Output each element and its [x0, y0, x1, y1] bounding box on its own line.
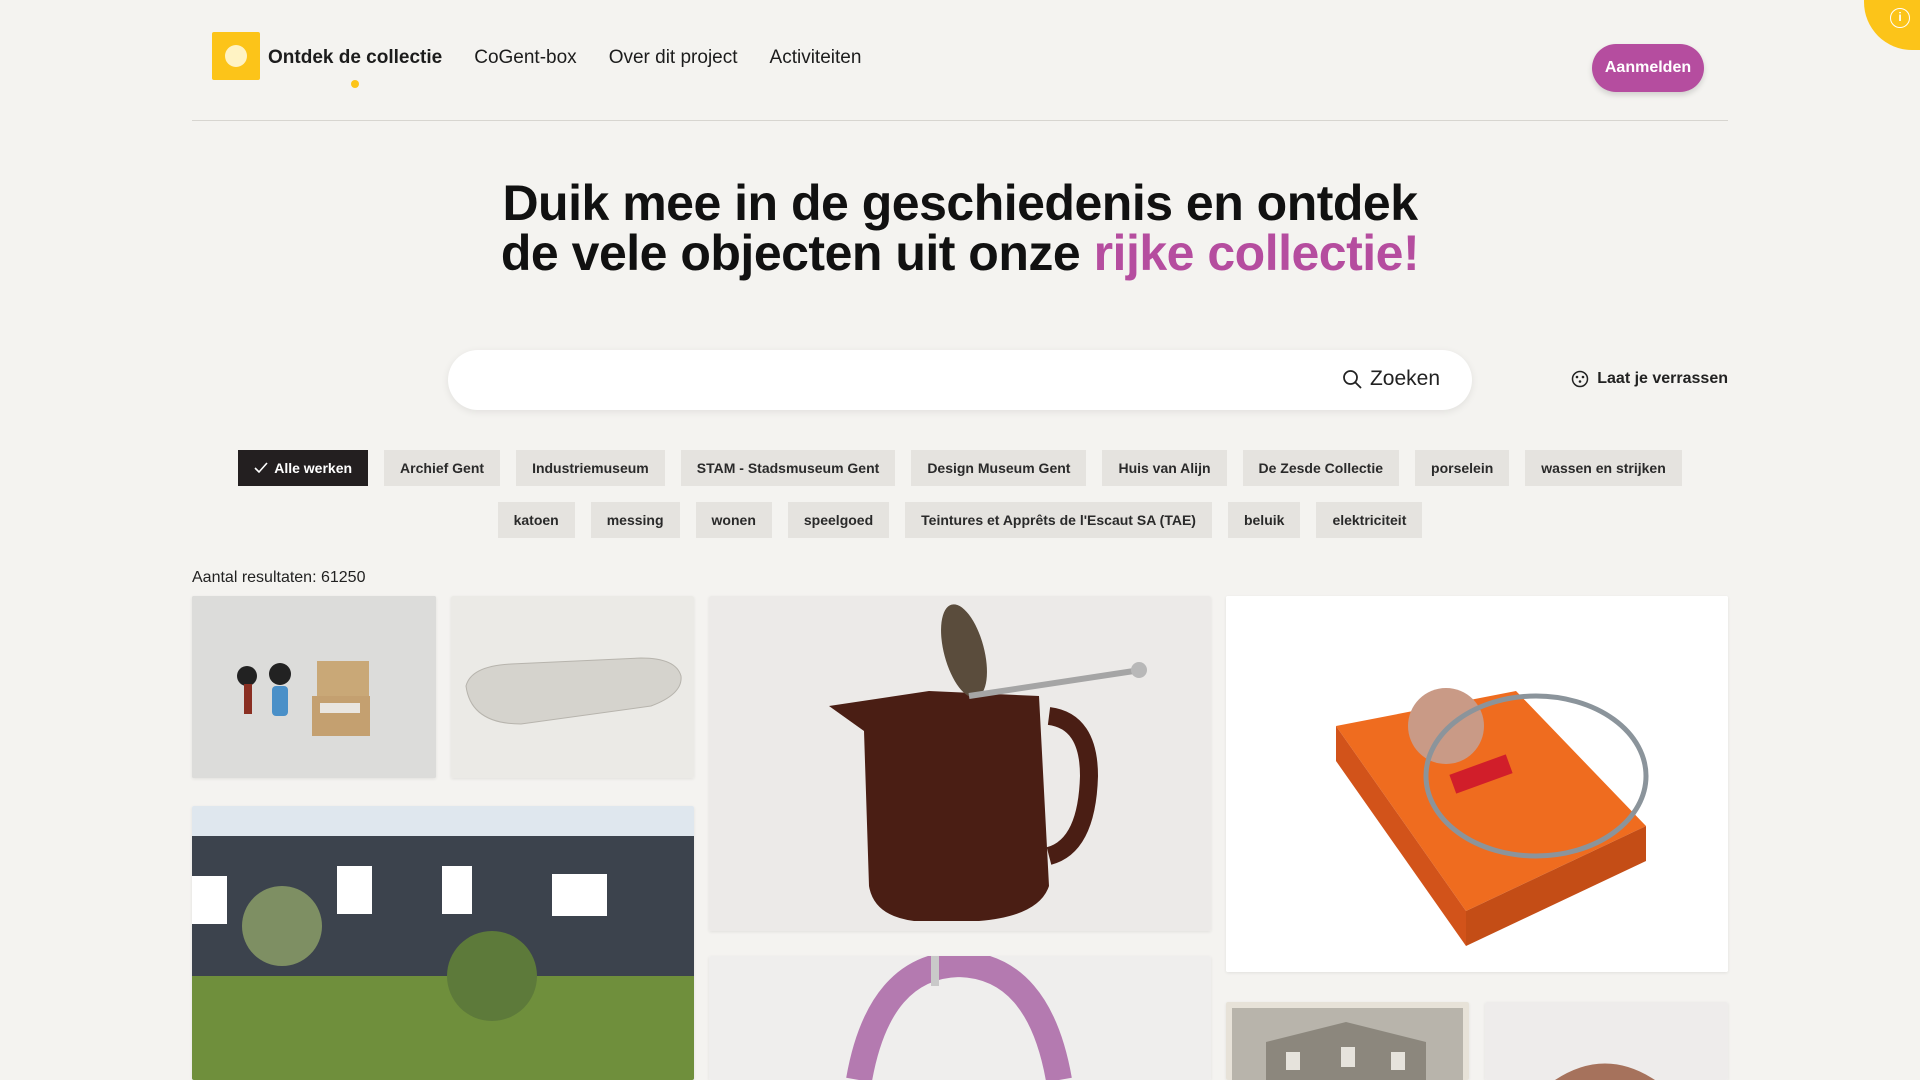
nav-item-over-project[interactable]: Over dit project	[609, 47, 738, 69]
filter-chip[interactable]: STAM - Stadsmuseum Gent	[680, 450, 896, 486]
logo[interactable]	[212, 32, 260, 80]
nav-item-cogent-box[interactable]: CoGent-box	[474, 47, 576, 69]
nav-item-activiteiten[interactable]: Activiteiten	[770, 47, 862, 69]
dice-icon	[1572, 370, 1589, 388]
item-image	[1485, 1002, 1728, 1080]
filter-chip[interactable]: messing	[590, 502, 680, 538]
search-icon	[1343, 370, 1362, 389]
filter-row-2: katoen messing wonen speelgoed Teintures…	[192, 502, 1728, 538]
results-count: Aantal resultaten: 61250	[192, 569, 366, 586]
login-button[interactable]: Aanmelden	[1592, 44, 1704, 92]
check-icon	[254, 462, 268, 474]
hero-line-1: Duik mee in de geschiedenis en ontdek	[502, 175, 1418, 231]
item-image	[192, 806, 694, 1080]
surprise-button[interactable]: Laat je verrassen	[1571, 370, 1728, 388]
logo-dot	[225, 45, 247, 67]
filter-chip[interactable]: wassen en strijken	[1525, 450, 1682, 486]
filter-chip[interactable]: elektriciteit	[1316, 502, 1423, 538]
collection-item-building-photo[interactable]	[1226, 1002, 1469, 1080]
item-image	[1226, 596, 1728, 972]
filter-chip[interactable]: katoen	[497, 502, 575, 538]
filter-chip-alle-werken[interactable]: Alle werken	[238, 450, 369, 486]
filter-chip[interactable]: porselein	[1415, 450, 1510, 486]
filter-chip[interactable]: Industriemuseum	[516, 450, 665, 486]
filter-chip[interactable]: speelgoed	[787, 502, 890, 538]
filter-chip[interactable]: beluik	[1227, 502, 1301, 538]
filter-chip[interactable]: Archief Gent	[384, 450, 501, 486]
hero-accent: rijke collectie!	[1093, 225, 1420, 281]
hero-line-2: de vele objecten uit onze	[500, 225, 1094, 281]
collection-item-sport-box[interactable]	[1226, 596, 1728, 972]
filter-chip[interactable]: Huis van Alijn	[1102, 450, 1227, 486]
filter-chip[interactable]: wonen	[695, 502, 772, 538]
filter-chip[interactable]: Teintures et Apprêts de l'Escaut SA (TAE…	[905, 502, 1212, 538]
collection-item-houseboat[interactable]	[192, 806, 694, 1080]
item-image	[192, 596, 436, 778]
search-button-label: Zoeken	[1369, 367, 1440, 390]
item-image	[1226, 1002, 1469, 1080]
filter-chip[interactable]: De Zesde Collectie	[1242, 450, 1400, 486]
collection-item-rope-ring[interactable]	[709, 956, 1211, 1080]
filter-row-1: Alle werken Archief Gent Industriemuseum…	[192, 450, 1728, 486]
site-header: Ontdek de collectie CoGent-box Over dit …	[192, 0, 1728, 121]
filter-chip[interactable]: Design Museum Gent	[911, 450, 1087, 486]
info-icon: i	[1890, 8, 1910, 28]
filter-chip-label: Alle werken	[274, 460, 353, 476]
search-input[interactable]	[478, 364, 1258, 396]
nav-item-ontdek[interactable]: Ontdek de collectie	[268, 47, 442, 88]
collection-item-toys[interactable]	[192, 596, 436, 778]
collection-item-pitcher[interactable]	[709, 596, 1211, 931]
item-image	[451, 596, 694, 778]
search-bar: Zoeken	[448, 350, 1472, 410]
item-image	[709, 956, 1211, 1080]
item-image	[709, 596, 1211, 931]
surprise-label: Laat je verrassen	[1597, 370, 1728, 387]
search-button[interactable]: Zoeken	[1342, 367, 1440, 391]
info-button[interactable]: i	[1864, 0, 1920, 50]
hero-title: Duik mee in de geschiedenis en ontdek de…	[0, 178, 1920, 278]
collection-item-ceramic[interactable]	[1485, 1002, 1728, 1080]
main-nav: Ontdek de collectie CoGent-box Over dit …	[268, 47, 862, 88]
collection-item-tray[interactable]	[451, 596, 694, 778]
